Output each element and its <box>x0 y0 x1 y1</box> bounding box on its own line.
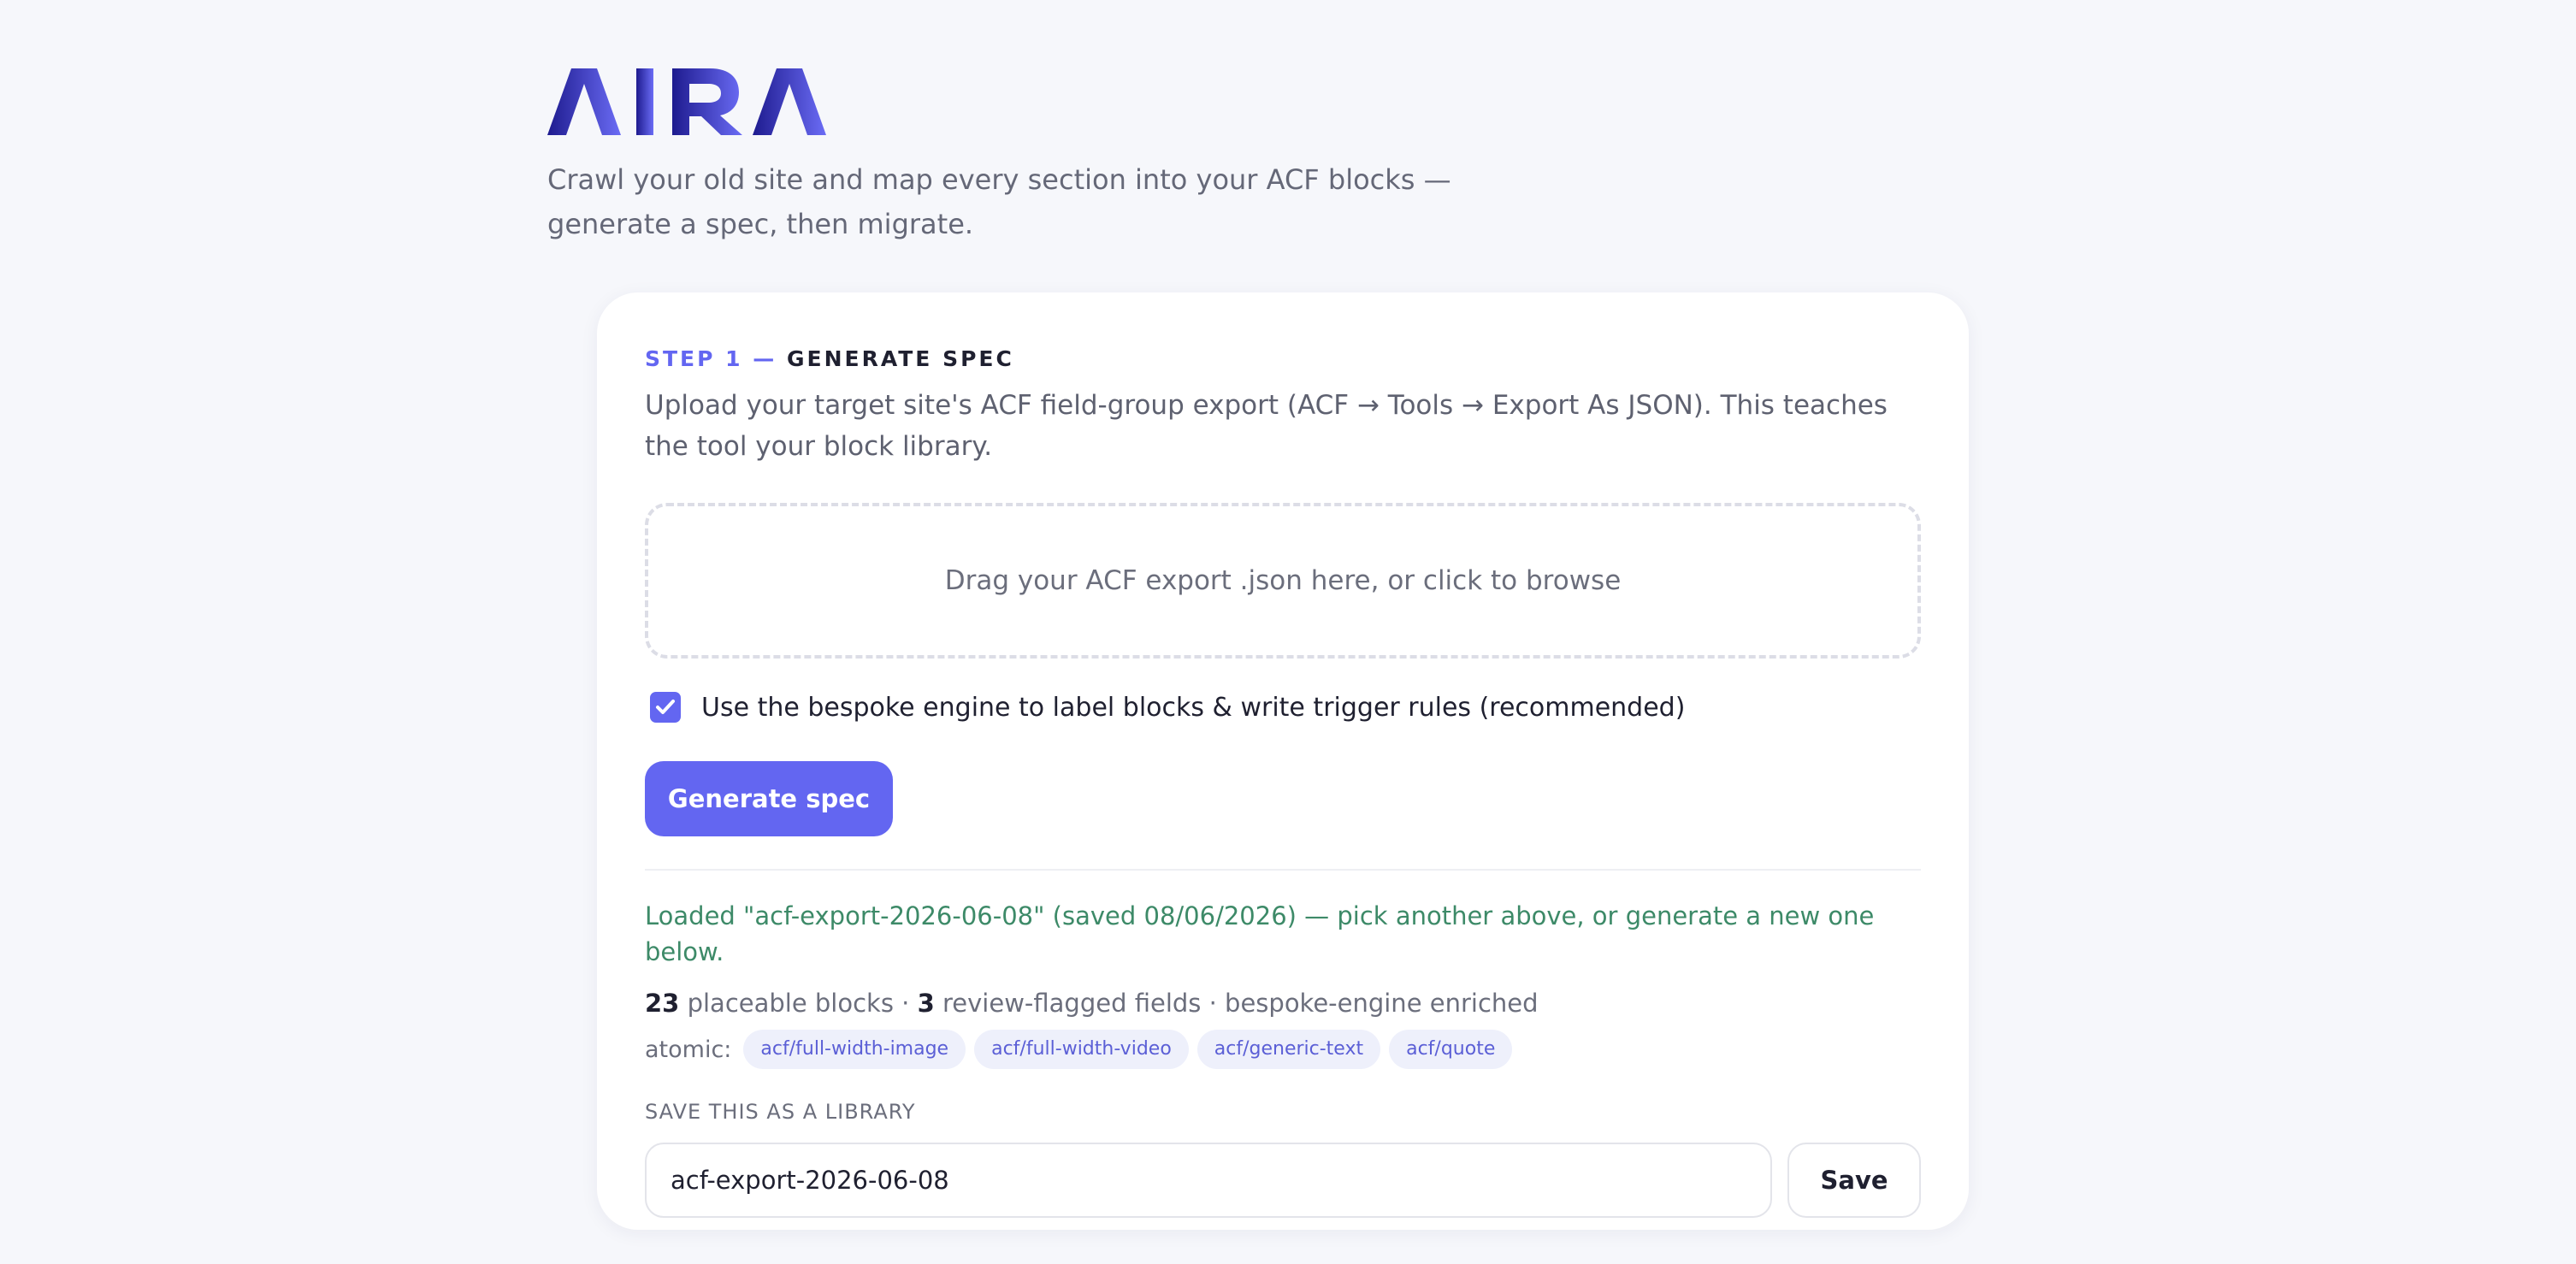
spec-stats: 23 placeable blocks · 3 review-flagged f… <box>645 985 1921 1021</box>
save-button[interactable]: Save <box>1787 1143 1921 1218</box>
loaded-status-message: Loaded "acf-export-2026-06-08" (saved 08… <box>645 901 1875 966</box>
file-dropzone[interactable]: Drag your ACF export .json here, or clic… <box>645 503 1921 659</box>
atomic-chip: acf/generic-text <box>1196 1030 1381 1069</box>
atomic-label: atomic: <box>645 1036 732 1063</box>
bespoke-engine-label: Use the bespoke engine to label blocks &… <box>701 692 1686 723</box>
flagged-label: review-flagged fields · bespoke-engine e… <box>934 989 1539 1018</box>
atomic-blocks-row: atomic: acf/full-width-image acf/full-wi… <box>645 1030 1921 1069</box>
placeable-count: 23 <box>645 989 680 1018</box>
save-library-row: Save <box>645 1143 1921 1218</box>
app-header: Crawl your old site and map every sectio… <box>547 63 1574 246</box>
step-number: STEP 1 <box>645 346 743 371</box>
atomic-chip: acf/full-width-image <box>743 1030 966 1069</box>
atomic-chip: acf/full-width-video <box>974 1030 1189 1069</box>
bespoke-engine-option[interactable]: Use the bespoke engine to label blocks &… <box>645 688 1921 727</box>
step-separator: — <box>742 346 787 371</box>
step-title: STEP 1 — GENERATE SPEC <box>645 344 1921 375</box>
tagline: Crawl your old site and map every sectio… <box>547 163 1451 240</box>
divider <box>645 869 1921 871</box>
generate-spec-button[interactable]: Generate spec <box>645 761 893 836</box>
checkmark-icon <box>656 700 675 714</box>
step-card: STEP 1 — GENERATE SPEC Upload your targe… <box>597 292 1969 1230</box>
flagged-count: 3 <box>917 989 935 1018</box>
step-description: Upload your target site's ACF field-grou… <box>645 390 1888 462</box>
aira-logo <box>547 68 826 135</box>
atomic-chip: acf/quote <box>1389 1030 1513 1069</box>
library-name-input[interactable] <box>645 1143 1772 1218</box>
placeable-label: placeable blocks · <box>679 989 918 1018</box>
step-name: GENERATE SPEC <box>786 346 1014 371</box>
bespoke-engine-checkbox[interactable] <box>650 692 681 723</box>
save-library-label: SAVE THIS AS A LIBRARY <box>645 1100 916 1124</box>
dropzone-text: Drag your ACF export .json here, or clic… <box>944 565 1622 596</box>
